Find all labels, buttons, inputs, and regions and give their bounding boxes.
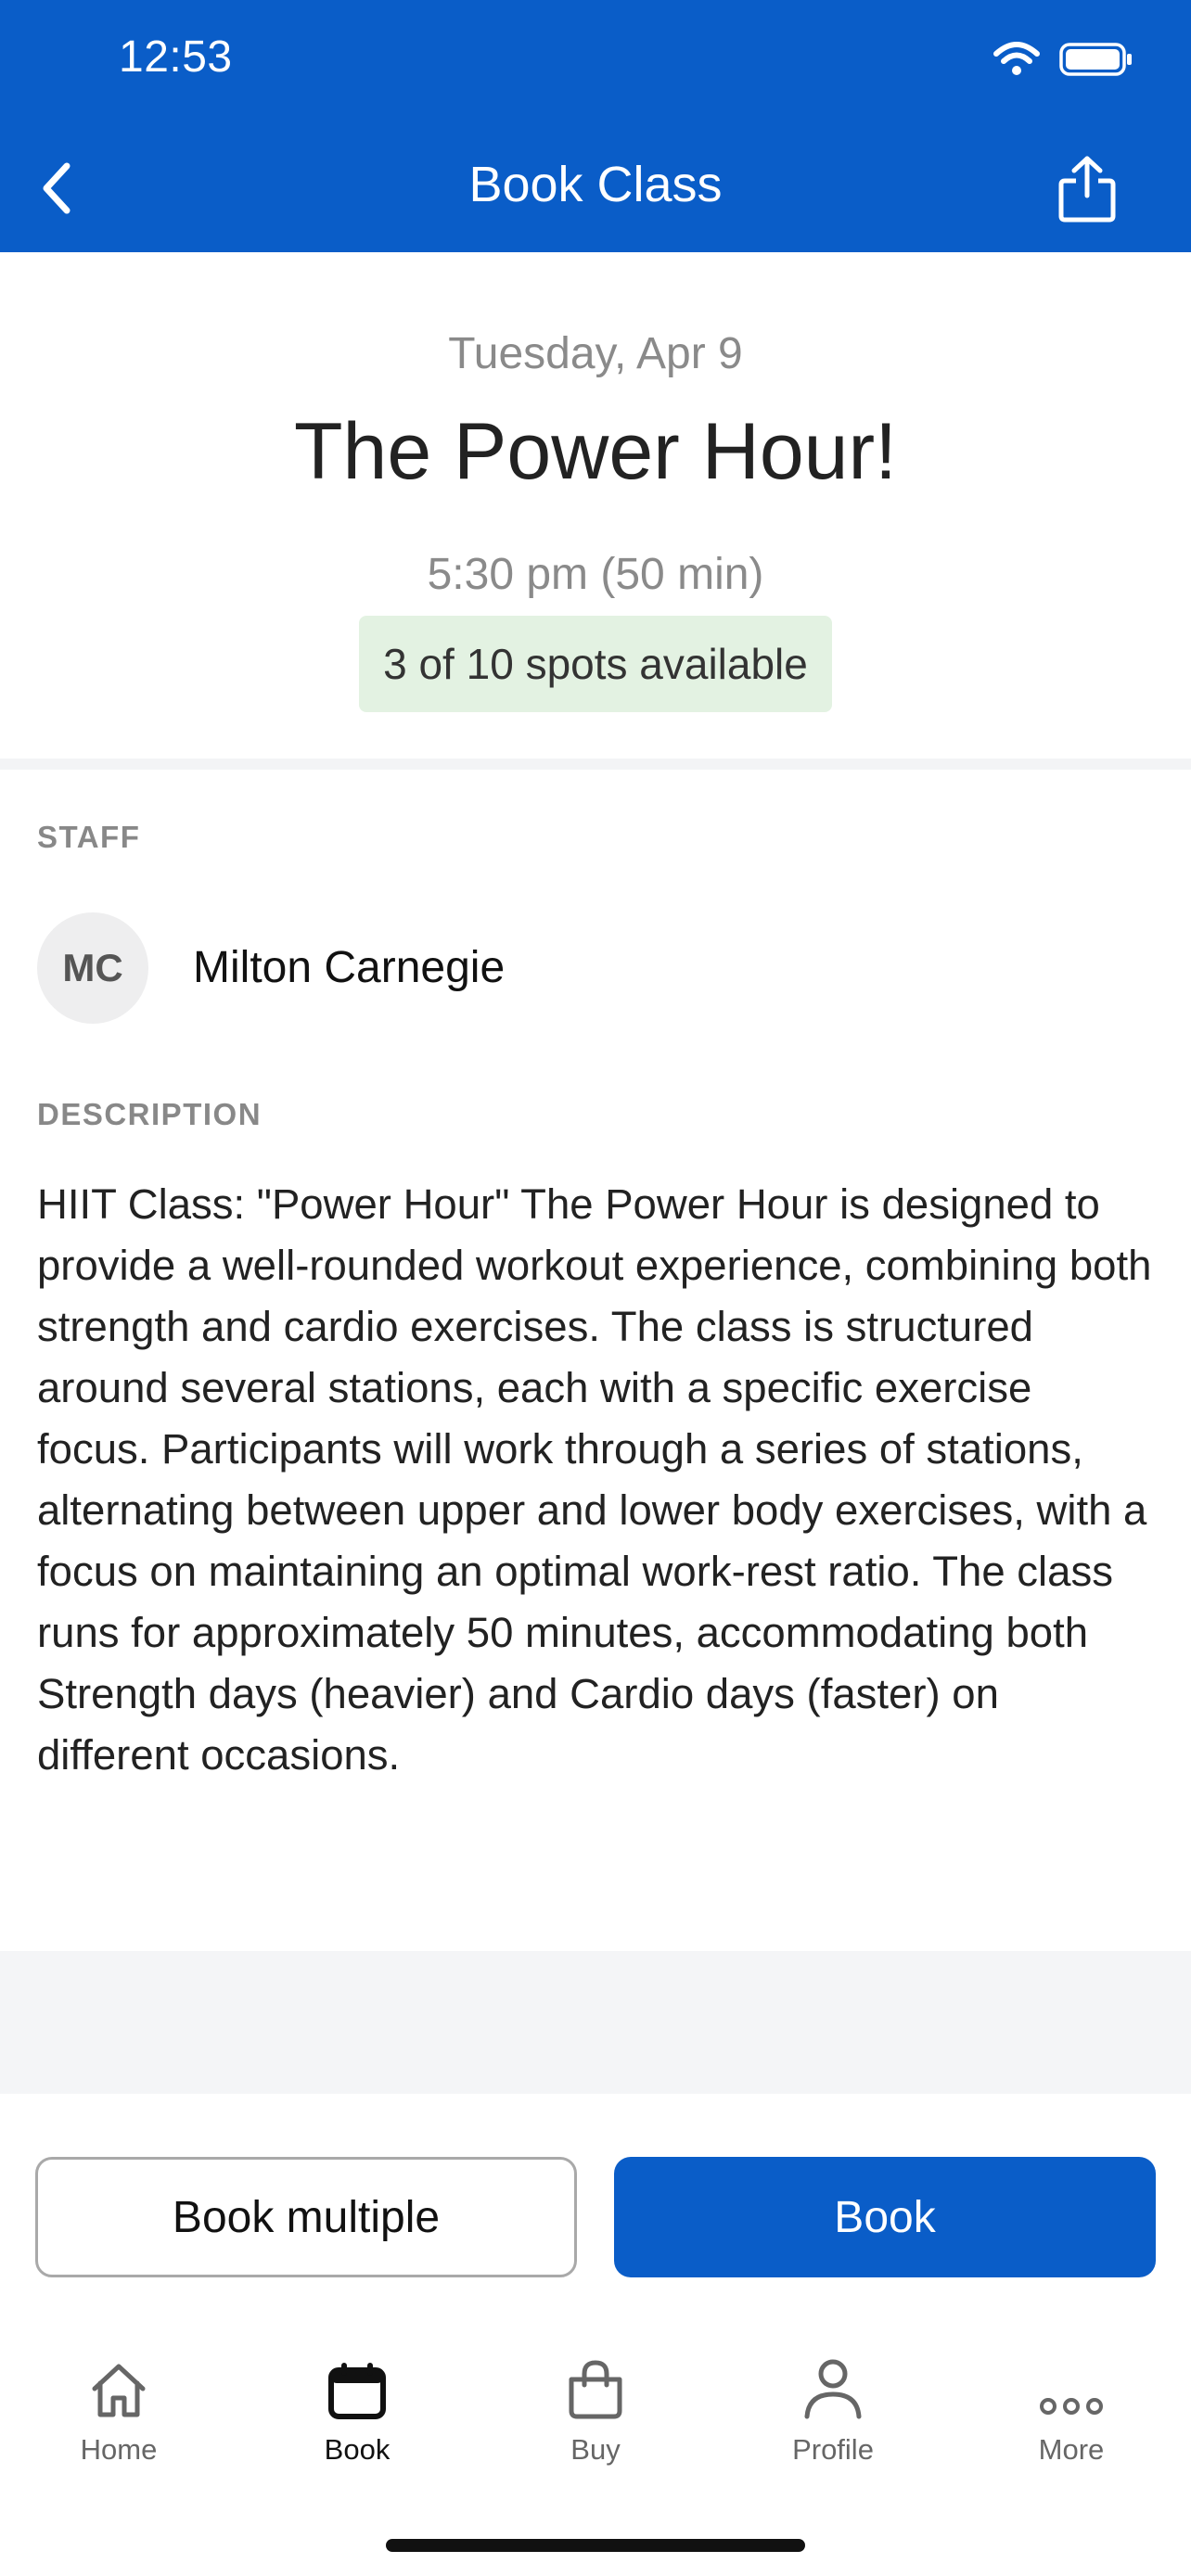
calendar-icon: [328, 2363, 386, 2419]
book-multiple-button[interactable]: Book multiple: [35, 2157, 577, 2277]
class-time: 5:30 pm (50 min): [427, 550, 764, 599]
book-button[interactable]: Book: [614, 2157, 1156, 2277]
tab-more[interactable]: More: [979, 2337, 1164, 2476]
header: 12:53 Book Class: [0, 0, 1191, 252]
section-divider: [0, 759, 1191, 770]
person-icon: [804, 2359, 862, 2419]
class-description: HIIT Class: "Power Hour" The Power Hour …: [37, 1180, 1152, 1779]
share-button[interactable]: [1052, 152, 1122, 226]
battery-icon: [1059, 43, 1132, 76]
page-title: Book Class: [468, 157, 723, 212]
home-indicator: [386, 2539, 805, 2552]
share-icon: [1058, 156, 1116, 223]
more-dots-icon: [1040, 2398, 1103, 2415]
tab-bar: Home Book Buy Profile More: [0, 2337, 1191, 2504]
tab-buy-label: Buy: [570, 2433, 621, 2466]
status-icons: [992, 41, 1133, 78]
spacer-band: [0, 1951, 1191, 2094]
home-icon: [92, 2364, 146, 2417]
spots-available-badge: 3 of 10 spots available: [359, 616, 832, 712]
class-summary: Tuesday, Apr 9 The Power Hour! 5:30 pm (…: [0, 252, 1191, 759]
status-time: 12:53: [119, 32, 233, 82]
staff-name[interactable]: Milton Carnegie: [193, 942, 505, 993]
tab-profile-label: Profile: [792, 2433, 874, 2466]
tab-book-label: Book: [324, 2433, 391, 2466]
class-title: The Power Hour!: [293, 407, 898, 496]
tab-home[interactable]: Home: [26, 2337, 211, 2476]
wifi-icon: [993, 42, 1040, 75]
tab-profile[interactable]: Profile: [740, 2337, 926, 2476]
staff-section-label: STAFF: [37, 820, 141, 854]
avatar: MC: [37, 912, 148, 1024]
class-date: Tuesday, Apr 9: [448, 329, 743, 378]
tab-buy[interactable]: Buy: [503, 2337, 688, 2476]
shopping-bag-icon: [569, 2360, 622, 2419]
book-class-screen: 12:53 Book Class Tuesday, Apr 9 The Powe…: [0, 0, 1191, 2576]
tab-home-label: Home: [80, 2433, 158, 2466]
description-section-label: DESCRIPTION: [37, 1097, 263, 1131]
tab-book[interactable]: Book: [264, 2337, 450, 2476]
tab-more-label: More: [1038, 2433, 1105, 2466]
